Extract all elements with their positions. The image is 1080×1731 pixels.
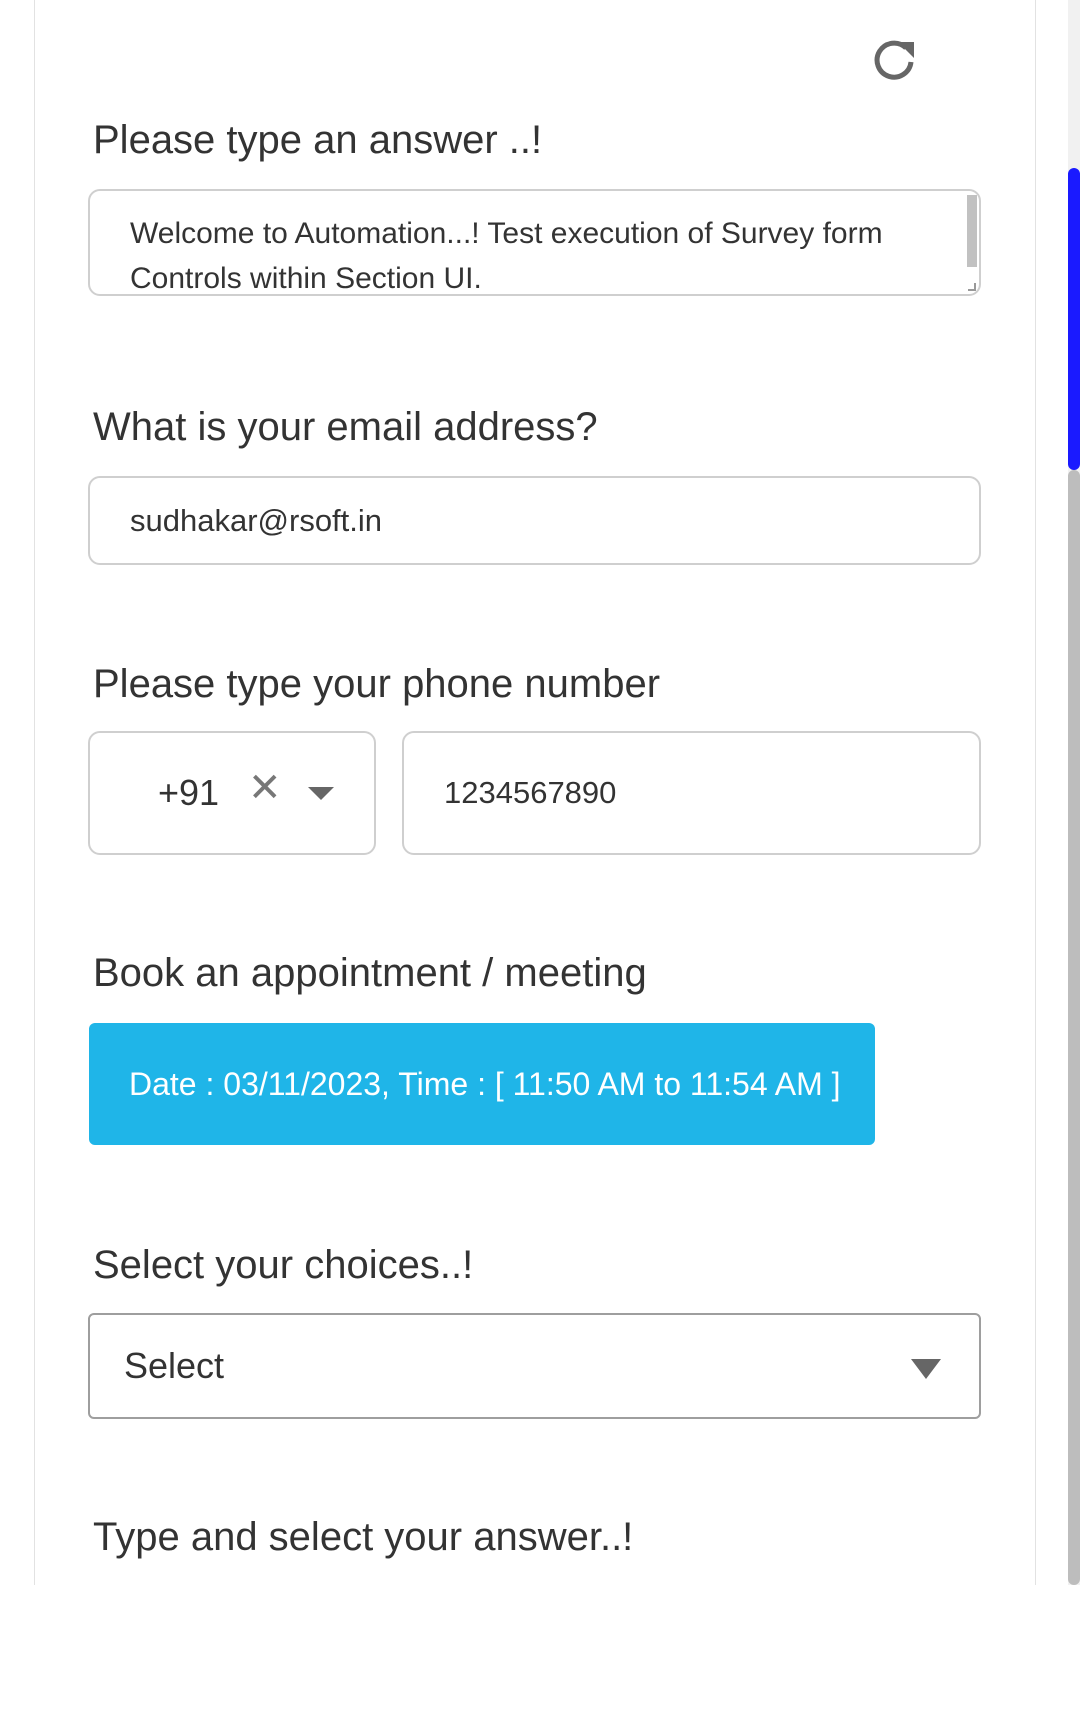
phone-number-input[interactable]: 1234567890 xyxy=(402,731,981,855)
refresh-button[interactable] xyxy=(866,32,922,88)
page-viewport: Please type an answer ..! Welcome to Aut… xyxy=(0,0,1080,1585)
country-code-value: +91 xyxy=(158,772,220,813)
email-value: sudhakar@rsoft.in xyxy=(130,502,383,538)
chevron-down-icon xyxy=(911,1359,941,1379)
refresh-icon xyxy=(874,40,914,80)
textarea-scrollbar[interactable] xyxy=(967,195,977,267)
answer-textarea[interactable]: Welcome to Automation...! Test execution… xyxy=(88,189,981,296)
answer-text: Welcome to Automation...! Test execution… xyxy=(130,217,883,295)
choices-select[interactable]: Select xyxy=(88,1313,981,1419)
country-code-select[interactable]: +91 ✕ xyxy=(88,731,376,855)
resize-handle[interactable] xyxy=(968,283,976,291)
choices-selected-value: Select xyxy=(124,1345,225,1386)
choices-question-label: Select your choices..! xyxy=(93,1243,474,1287)
phone-number-value: 1234567890 xyxy=(444,775,617,810)
page-scrollbar-thumb[interactable] xyxy=(1068,168,1080,470)
text-question-label: Please type an answer ..! xyxy=(93,118,543,162)
page-scrollbar-rail[interactable] xyxy=(1068,470,1080,1585)
close-icon[interactable]: ✕ xyxy=(248,765,282,811)
appointment-button[interactable]: Date : 03/11/2023, Time : [ 11:50 AM to … xyxy=(89,1023,875,1145)
chevron-down-icon[interactable] xyxy=(308,787,334,800)
appointment-value: Date : 03/11/2023, Time : [ 11:50 AM to … xyxy=(129,1065,841,1102)
phone-question-label: Please type your phone number xyxy=(93,662,661,706)
autocomplete-question-label: Type and select your answer..! xyxy=(93,1515,634,1559)
email-question-label: What is your email address? xyxy=(93,405,598,449)
email-field[interactable]: sudhakar@rsoft.in xyxy=(88,476,981,565)
appointment-question-label: Book an appointment / meeting xyxy=(93,951,647,995)
